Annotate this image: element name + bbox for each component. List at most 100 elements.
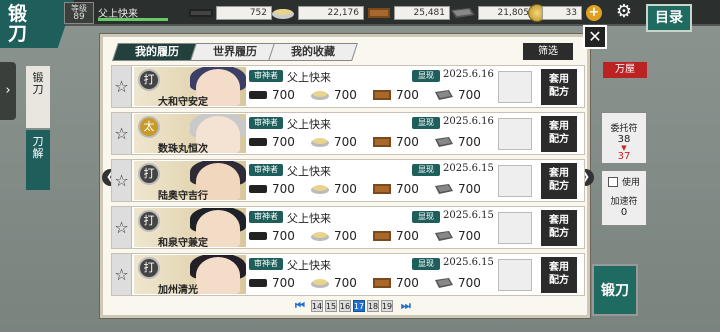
coolant-material: 700 xyxy=(372,229,434,243)
side-menu-dismantle-label: 刀解 xyxy=(32,135,44,160)
charcoal-resource: 752 xyxy=(188,4,272,22)
steel-icon xyxy=(311,185,329,194)
forge-button[interactable]: 锻刀 xyxy=(592,264,638,316)
use-toggle[interactable]: 使用 xyxy=(602,175,646,188)
steel-material: 700 xyxy=(310,276,372,290)
recipe-slot xyxy=(498,165,532,197)
tab-world-history[interactable]: 世界履历 xyxy=(190,43,280,61)
charcoal-value: 752 xyxy=(216,6,272,20)
use-checkbox[interactable] xyxy=(607,176,618,187)
apply-recipe-button[interactable]: 套用 配方 xyxy=(541,257,577,293)
whetstone-material: 700 xyxy=(434,135,496,149)
favorite-star-icon[interactable]: ☆ xyxy=(112,160,132,201)
tab-my-history[interactable]: 我的履历 xyxy=(112,43,202,61)
material-list: 700 700 700 700 xyxy=(248,229,496,243)
charcoal-material: 700 xyxy=(248,229,310,243)
charcoal-amount: 700 xyxy=(272,182,295,196)
whetstone-icon xyxy=(451,8,475,18)
charcoal-amount: 700 xyxy=(272,276,295,290)
catalog-button[interactable]: 目录 xyxy=(646,4,692,32)
favorite-star-icon[interactable]: ☆ xyxy=(112,66,132,107)
whetstone-amount: 700 xyxy=(458,182,481,196)
coolant-amount: 700 xyxy=(396,88,419,102)
steel-material: 700 xyxy=(310,182,372,196)
filter-button[interactable]: 筛选 xyxy=(523,43,573,60)
exp-bar xyxy=(98,18,168,21)
coolant-icon xyxy=(373,90,391,100)
close-icon[interactable]: ✕ xyxy=(583,25,607,49)
favorite-star-icon[interactable]: ☆ xyxy=(112,113,132,154)
page-button-current[interactable]: 17 xyxy=(352,300,365,312)
speed-card: 使用 加速符 0 xyxy=(601,170,647,226)
charcoal-icon xyxy=(249,232,267,240)
manor-button[interactable]: 万屋 xyxy=(603,62,647,78)
apply-label-2: 配方 xyxy=(549,134,569,145)
forge-date: 2025.6.16 xyxy=(443,116,494,127)
coolant-material: 700 xyxy=(372,88,434,102)
charcoal-material: 700 xyxy=(248,88,310,102)
apply-label-1: 套用 xyxy=(549,215,569,226)
steel-icon xyxy=(311,138,329,147)
coolant-material: 700 xyxy=(372,135,434,149)
sword-portrait: 打 陆奥守吉行 xyxy=(134,161,246,200)
coolant-icon xyxy=(373,231,391,241)
apply-label-2: 配方 xyxy=(549,87,569,98)
recipe-slot xyxy=(498,118,532,150)
rank-value: 89 xyxy=(73,12,85,22)
coolant-material: 700 xyxy=(372,182,434,196)
steel-amount: 700 xyxy=(334,135,357,149)
add-coin-button[interactable]: + xyxy=(586,5,602,21)
sword-type-badge: 太 xyxy=(138,116,160,138)
first-page-icon[interactable]: ⏮ xyxy=(295,299,305,313)
steel-material: 700 xyxy=(310,135,372,149)
steel-amount: 700 xyxy=(334,276,357,290)
side-menu-forge[interactable]: 锻刀 xyxy=(26,66,50,128)
page-button[interactable]: 18 xyxy=(366,300,379,312)
sword-name: 陆奥守吉行 xyxy=(158,191,208,200)
whetstone-material: 700 xyxy=(434,88,496,102)
apply-label-2: 配方 xyxy=(549,228,569,239)
charcoal-icon xyxy=(249,185,267,193)
appear-badge: 显现 xyxy=(412,258,440,270)
sword-name: 数珠丸恒次 xyxy=(158,144,208,153)
steel-icon xyxy=(272,9,294,19)
steel-icon xyxy=(311,279,329,288)
expand-menu-button[interactable]: › xyxy=(0,62,16,120)
last-page-icon[interactable]: ⏭ xyxy=(401,299,411,313)
apply-label-1: 套用 xyxy=(549,121,569,132)
page-button[interactable]: 19 xyxy=(380,300,393,312)
gear-icon[interactable]: ⚙ xyxy=(614,2,634,22)
saniwa-badge: 审神者 xyxy=(249,70,283,82)
saniwa-badge: 审神者 xyxy=(249,258,283,270)
saniwa-badge: 审神者 xyxy=(249,211,283,223)
material-list: 700 700 700 700 xyxy=(248,276,496,290)
sword-portrait: 打 大和守安定 xyxy=(134,67,246,106)
sword-type-badge: 打 xyxy=(138,210,160,232)
forge-date: 2025.6.15 xyxy=(443,257,494,268)
coolant-amount: 700 xyxy=(396,182,419,196)
apply-recipe-button[interactable]: 套用 配方 xyxy=(541,163,577,199)
page-button[interactable]: 14 xyxy=(310,300,323,312)
side-menu-dismantle[interactable]: 刀解 xyxy=(26,130,50,190)
tab-my-favorites-label: 我的收藏 xyxy=(291,45,335,58)
apply-recipe-button[interactable]: 套用 配方 xyxy=(541,210,577,246)
whetstone-value: 21,805 xyxy=(478,6,534,20)
page-button[interactable]: 15 xyxy=(324,300,337,312)
apply-recipe-button[interactable]: 套用 配方 xyxy=(541,116,577,152)
whetstone-resource: 21,805 xyxy=(450,4,534,22)
charcoal-material: 700 xyxy=(248,276,310,290)
apply-recipe-button[interactable]: 套用 配方 xyxy=(541,69,577,105)
coolant-value: 25,481 xyxy=(394,6,450,20)
favorite-star-icon[interactable]: ☆ xyxy=(112,254,132,295)
page-button[interactable]: 16 xyxy=(338,300,351,312)
tab-my-history-label: 我的履历 xyxy=(135,45,179,58)
steel-amount: 700 xyxy=(334,182,357,196)
apply-label-1: 套用 xyxy=(549,168,569,179)
favorite-star-icon[interactable]: ☆ xyxy=(112,207,132,248)
appear-badge: 显现 xyxy=(412,117,440,129)
whetstone-material: 700 xyxy=(434,182,496,196)
request-after: 37 xyxy=(617,151,631,162)
forge-date: 2025.6.15 xyxy=(443,163,494,174)
tab-my-favorites[interactable]: 我的收藏 xyxy=(268,43,358,61)
charcoal-material: 700 xyxy=(248,135,310,149)
